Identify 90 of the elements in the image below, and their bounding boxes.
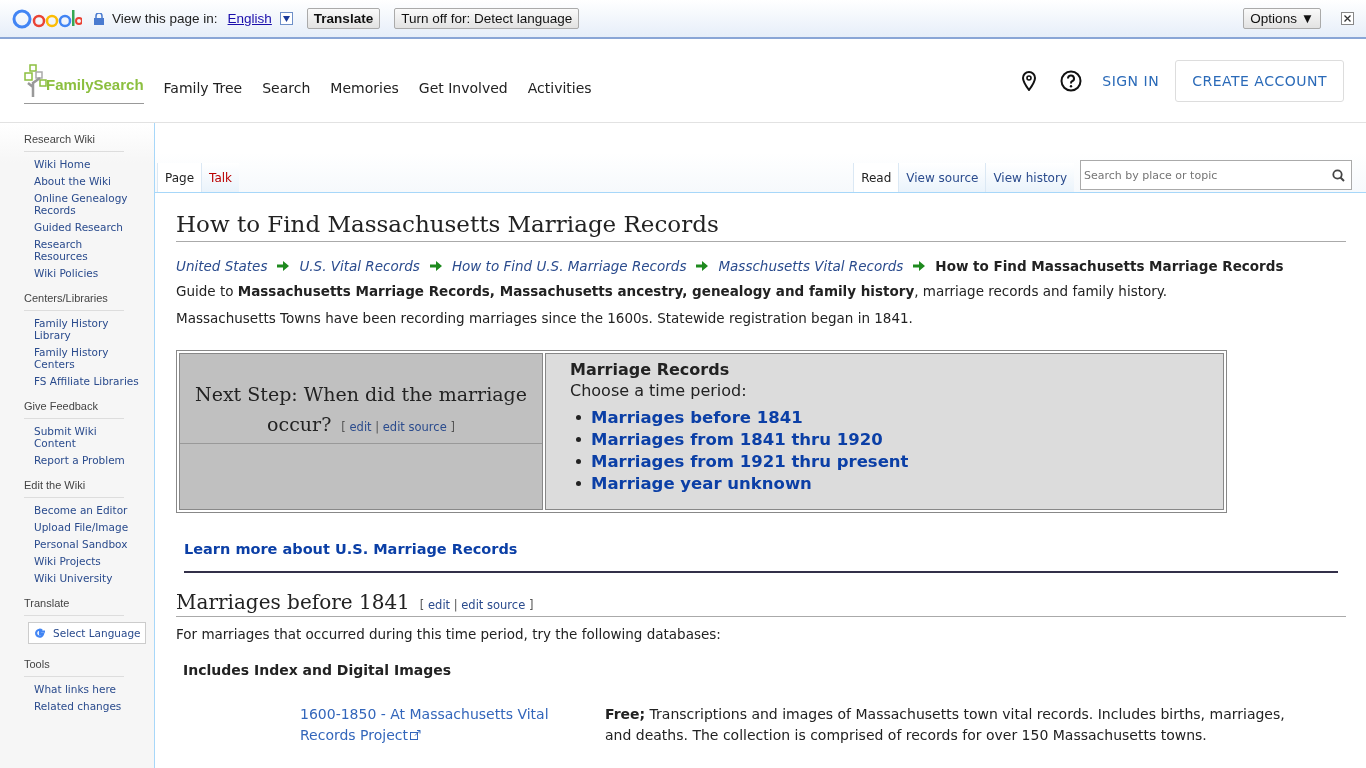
sidebar-link[interactable]: About the Wiki (34, 175, 139, 187)
sidebar-link[interactable]: Become an Editor (34, 504, 139, 516)
bracket: [ (419, 598, 425, 612)
records-subtitle: Choose a time period: (570, 381, 748, 400)
sidebar-link[interactable]: Wiki Projects (34, 555, 139, 567)
bracket: ] (528, 598, 534, 612)
intro-text: Guide to Massachusetts Marriage Records, Massachusetts ancestry, genealogy and family history, marriage records and family history. (176, 282, 1169, 301)
view-tab[interactable]: View source (898, 163, 986, 192)
sidebar-link[interactable]: Upload File/Image (34, 521, 139, 533)
period-link[interactable]: Marriages from 1921 thru present (591, 452, 909, 471)
page-tab[interactable]: Page (157, 163, 202, 192)
sidebar-link[interactable]: Guided Research (34, 221, 139, 233)
period-link[interactable]: Marriage year unknown (591, 474, 812, 493)
period-link[interactable]: Marriages from 1841 thru 1920 (591, 430, 883, 449)
separator: | (453, 598, 458, 612)
bullet-icon (576, 481, 581, 486)
breadcrumb-link[interactable]: United States (176, 258, 268, 274)
page-tab[interactable]: Talk (201, 163, 240, 192)
breadcrumb-current: How to Find Massachusetts Marriage Records (935, 258, 1284, 274)
view-tab[interactable]: Read (853, 163, 899, 192)
language-link[interactable]: English (227, 11, 272, 26)
subheading: Includes Index and Digital Images (183, 662, 453, 678)
section-heading: Marriages before 1841 (176, 590, 410, 614)
sign-in-link[interactable]: SIGN IN (1102, 72, 1160, 89)
database-description: Free; Transcriptions and images of Massachusetts town vital records. Includes births, marriages, and deaths. The collection is comprised of records for over 150 Massachusetts towns. (605, 705, 1286, 745)
help-icon[interactable] (1060, 69, 1083, 92)
edit-link[interactable]: edit (349, 419, 372, 434)
nav-link[interactable]: Memories (330, 79, 399, 96)
search-icon[interactable] (1332, 169, 1345, 182)
breadcrumb-link[interactable]: How to Find U.S. Marriage Records (451, 258, 687, 274)
sidebar-heading: Research Wiki (24, 133, 124, 152)
sidebar-link[interactable]: Personal Sandbox (34, 538, 139, 550)
edit-link[interactable]: edit (428, 598, 451, 612)
arrow-icon (696, 261, 709, 271)
sidebar-link[interactable]: FS Affiliate Libraries (34, 375, 139, 387)
arrow-icon (429, 261, 442, 271)
nav-link[interactable]: Activities (527, 79, 592, 96)
sidebar-heading: Give Feedback (24, 400, 124, 419)
next-step-heading: occur? (267, 411, 332, 437)
sidebar-link[interactable]: Submit Wiki Content (34, 425, 139, 449)
records-heading: Marriage Records (570, 360, 731, 379)
page-title: How to Find Massachusetts Marriage Records (176, 211, 1346, 242)
bracket: ] (450, 419, 455, 434)
view-tab[interactable]: View history (985, 163, 1074, 192)
database-link[interactable]: 1600-1850 - At Massachusetts Vital Records Project (300, 704, 589, 746)
bullet-icon (576, 415, 581, 420)
sidebar-link[interactable]: Report a Problem (34, 454, 139, 466)
nav-link[interactable]: Get Involved (418, 79, 508, 96)
sidebar-link[interactable]: Family History Centers (34, 346, 139, 370)
breadcrumb-link[interactable]: Masschusetts Vital Records (718, 258, 904, 274)
search-field[interactable]: Search by place or topic (1080, 160, 1352, 190)
sidebar-link[interactable]: Online Genealogy Records (34, 192, 139, 216)
breadcrumb-link[interactable]: U.S. Vital Records (299, 258, 420, 274)
view-page-label: View this page in: (112, 11, 218, 26)
location-pin-icon[interactable] (1022, 70, 1037, 91)
sidebar-link[interactable]: Related changes (34, 700, 139, 712)
sidebar-link[interactable]: What links here (34, 683, 139, 695)
arrow-icon (913, 261, 926, 271)
sidebar-link[interactable]: Wiki Policies (34, 267, 139, 279)
next-step-heading: Next Step: When did the marriage (195, 382, 527, 405)
turn-off-button[interactable]: Turn off for: Detect language (394, 8, 580, 29)
bracket: [ (341, 419, 346, 434)
arrow-icon (277, 261, 290, 271)
bullet-icon (576, 437, 581, 442)
options-button[interactable]: Options ▼ (1243, 8, 1321, 29)
lock-icon (94, 12, 104, 25)
translate-button[interactable]: Translate (306, 8, 381, 29)
edit-source-link[interactable]: edit source (461, 598, 526, 612)
learn-more-link[interactable]: Learn more about U.S. Marriage Records (184, 541, 518, 557)
select-language-dropdown[interactable]: Select Language (28, 622, 146, 644)
sidebar-link[interactable]: Wiki University (34, 572, 139, 584)
sidebar-heading: Edit the Wiki (24, 479, 124, 498)
sidebar-heading: Centers/Libraries (24, 292, 124, 311)
paragraph: Massachusetts Towns have been recording marriages since the 1600s. Statewide registration began in 1841. (176, 309, 914, 328)
separator: | (375, 419, 380, 434)
nav-link[interactable]: Search (262, 79, 311, 96)
period-link[interactable]: Marriages before 1841 (591, 408, 803, 427)
section-text: For marriages that occurred during this time period, try the following databases: (176, 625, 722, 644)
external-link-icon (410, 730, 421, 740)
sidebar-link[interactable]: Wiki Home (34, 158, 139, 170)
nav-link[interactable]: Family Tree (163, 79, 243, 96)
dropdown-icon[interactable] (279, 12, 293, 25)
sidebar-link[interactable]: Family History Library (34, 317, 139, 341)
sidebar-heading: Tools (24, 658, 124, 677)
close-icon[interactable] (1341, 12, 1354, 25)
edit-source-link[interactable]: edit source (382, 419, 447, 434)
sidebar-link[interactable]: Research Resources (34, 238, 139, 262)
create-account-button[interactable]: CREATE ACCOUNT (1175, 59, 1344, 102)
bullet-icon (576, 459, 581, 464)
sidebar-heading: Translate (24, 597, 124, 616)
